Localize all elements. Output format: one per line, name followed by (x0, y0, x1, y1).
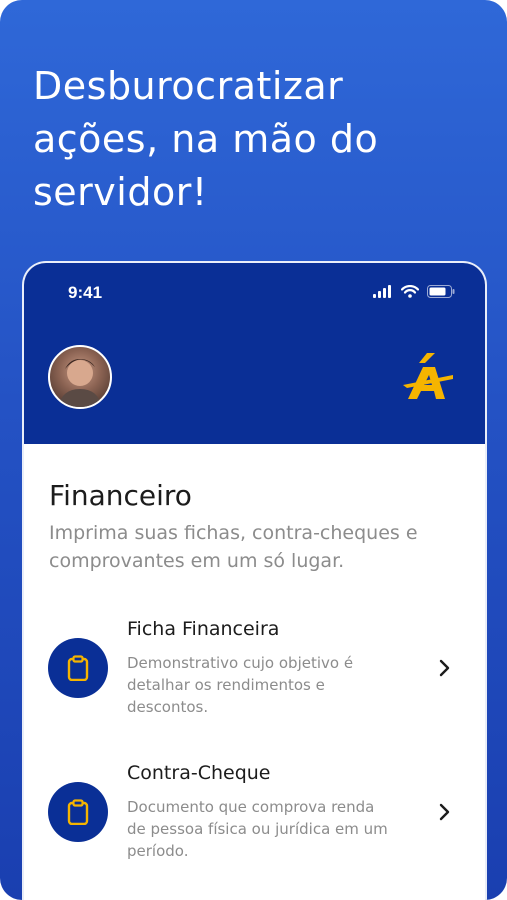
status-icons (373, 285, 455, 298)
battery-icon (427, 285, 455, 298)
item-title: Ficha Financeira (127, 618, 280, 640)
list-item-ficha-financeira[interactable]: Ficha Financeira Demonstrativo cujo obje… (24, 618, 485, 728)
app-store-screenshot: Desburocratizar ações, na mão do servido… (0, 0, 507, 900)
app-header: 9:41 (24, 263, 485, 444)
promo-headline: Desburocratizar ações, na mão do servido… (33, 64, 379, 214)
phone-mockup: 9:41 Financeiro Imprima suas fichas, con… (24, 263, 485, 900)
wifi-icon (401, 285, 419, 298)
chevron-right-icon (439, 803, 450, 821)
user-photo (58, 359, 102, 407)
chevron-right-icon (439, 659, 450, 677)
item-title: Contra-Cheque (127, 762, 271, 784)
signal-icon (373, 285, 391, 298)
clipboard-icon (48, 638, 108, 698)
section-title: Financeiro (49, 479, 192, 512)
status-time: 9:41 (68, 283, 103, 302)
list-item-contra-cheque[interactable]: Contra-Cheque Documento que comprova ren… (24, 762, 485, 872)
section-subtitle: Imprima suas fichas, contra-cheques e co… (49, 522, 418, 572)
item-description: Documento que comprova renda de pessoa f… (127, 798, 388, 860)
clipboard-icon (48, 782, 108, 842)
brand-logo (403, 353, 453, 399)
avatar[interactable] (48, 345, 112, 409)
item-description: Demonstrativo cujo objetivo é detalhar o… (127, 654, 354, 716)
